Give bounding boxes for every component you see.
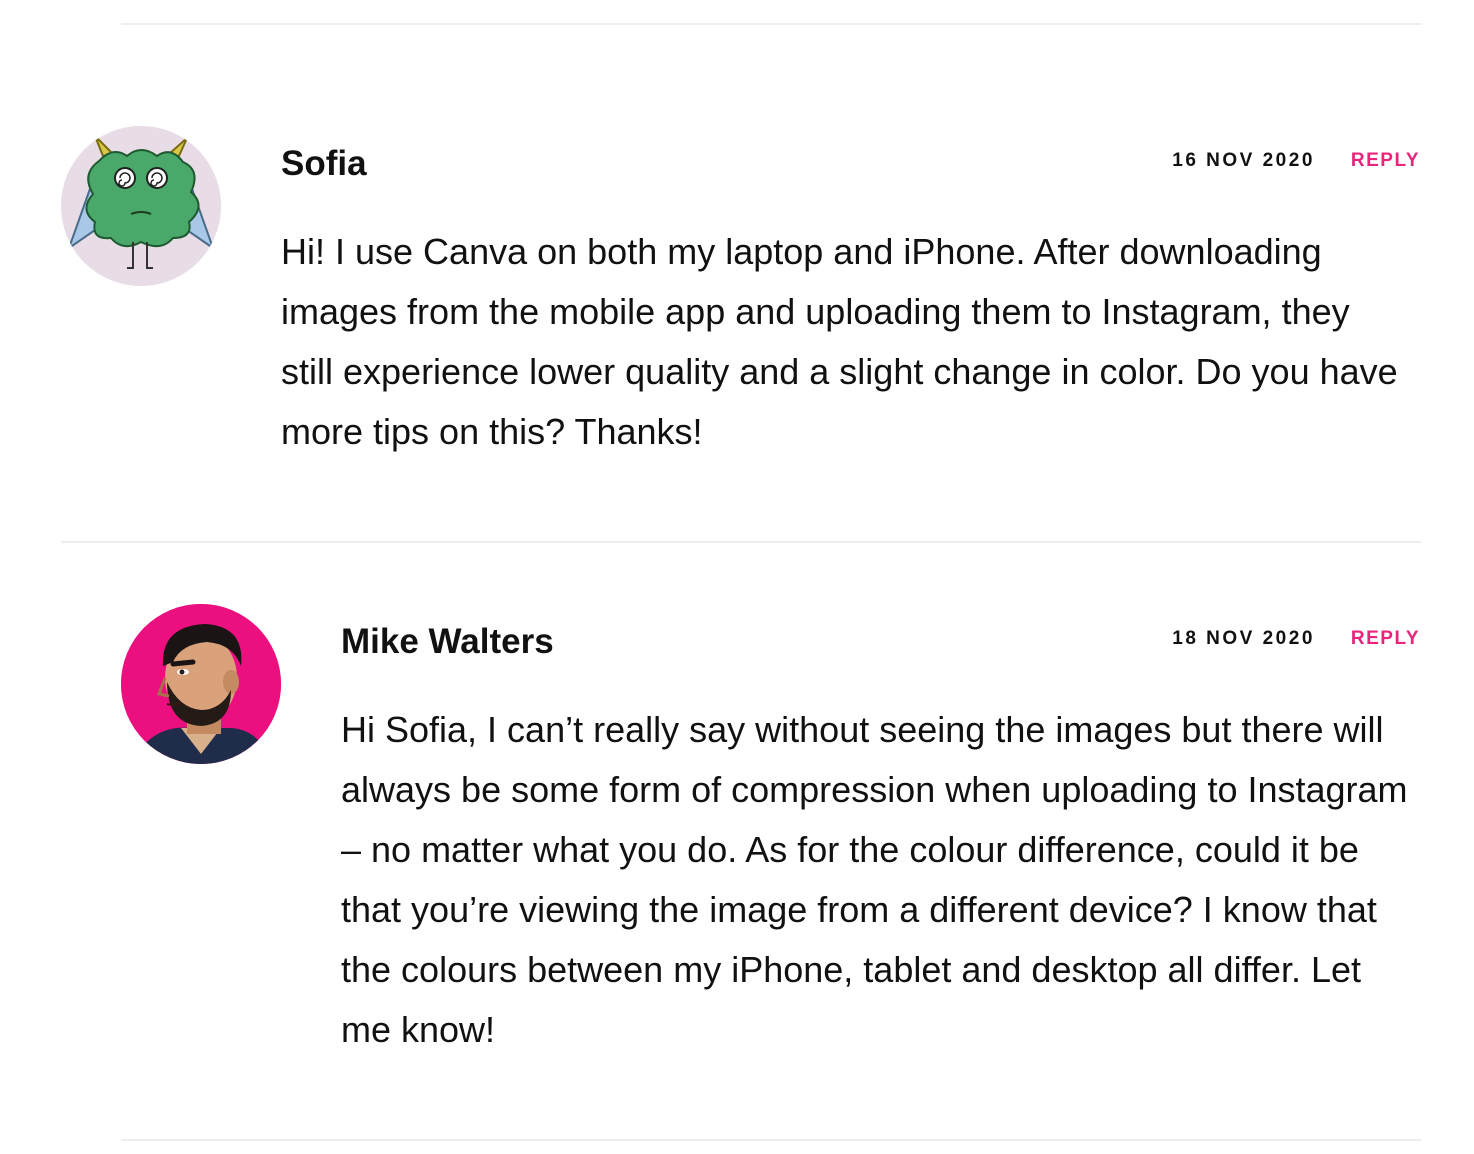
comment-author: Mike Walters	[341, 622, 554, 661]
bottom-divider	[121, 1139, 1421, 1141]
comment-date: 18 NOV 2020	[1172, 628, 1315, 649]
reply-link[interactable]: REPLY	[1351, 628, 1420, 650]
comment-meta: 18 NOV 2020 REPLY	[1172, 628, 1420, 650]
illustrated-man-avatar-icon	[121, 604, 281, 764]
avatar	[121, 604, 281, 764]
comment-mike-walters: Mike Walters 18 NOV 2020 REPLY Hi Sofia,…	[0, 0, 1474, 1154]
comment-text: Hi Sofia, I can’t really say without see…	[341, 709, 1408, 1050]
